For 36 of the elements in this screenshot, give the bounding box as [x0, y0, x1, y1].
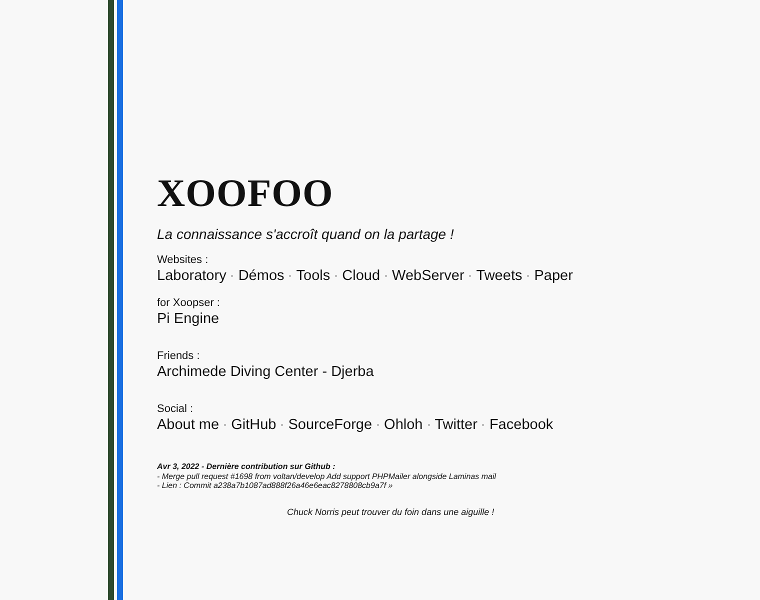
nav-link[interactable]: Démos [238, 267, 284, 285]
nav-link[interactable]: SourceForge [288, 416, 372, 434]
nav-link[interactable]: Twitter [434, 416, 478, 434]
section-label: for Xoopser : [157, 297, 221, 310]
nav-link[interactable]: Tweets [476, 267, 522, 285]
nav-link[interactable]: Archimede Diving Center - Djerba [157, 363, 374, 381]
section-label: Social : [157, 403, 194, 416]
separator-dot-icon [377, 424, 380, 426]
nav-link[interactable]: Facebook [489, 416, 554, 434]
contribution-line: - Lien : Commit a238a7b1087ad888f26a46e6eac8278808cb9a7f » [157, 481, 394, 490]
separator-dot-icon [482, 424, 484, 426]
contribution-line: - Merge pull request #1698 from voltan/develop Add support PHPMailer alongside Laminas mail [157, 472, 498, 481]
separator-dot-icon [428, 424, 430, 426]
nav-link[interactable]: Ohloh [384, 416, 423, 434]
nav-link[interactable]: GitHub [231, 416, 276, 434]
nav-link[interactable]: About me [157, 416, 220, 434]
nav-link[interactable]: Cloud [342, 267, 380, 285]
contribution-heading: Avr 3, 2022 - Dernière contribution sur Github : [157, 462, 336, 472]
separator-dot-icon [385, 275, 388, 277]
separator-dot-icon [281, 424, 284, 426]
separator-dot-icon [469, 275, 472, 277]
nav-link[interactable]: Laboratory [157, 267, 226, 285]
section-label: Websites : [157, 254, 210, 267]
nav-link[interactable]: Paper [534, 267, 573, 285]
separator-dot-icon [335, 275, 338, 277]
separator-dot-icon [231, 275, 234, 277]
nav-link[interactable]: Pi Engine [157, 310, 220, 328]
section-label: Friends : [157, 350, 201, 363]
separator-dot-icon [224, 424, 226, 426]
site-title: XOOFOO [157, 176, 334, 212]
separator-dot-icon [527, 275, 530, 277]
quote: Chuck Norris peut trouver du foin dans une aiguille ! [287, 506, 496, 516]
separator-dot-icon [289, 275, 292, 277]
nav-link[interactable]: Tools [296, 267, 330, 285]
nav-link[interactable]: WebServer [392, 267, 464, 285]
tagline: La connaissance s'accroît quand on la partage ! [157, 226, 455, 242]
